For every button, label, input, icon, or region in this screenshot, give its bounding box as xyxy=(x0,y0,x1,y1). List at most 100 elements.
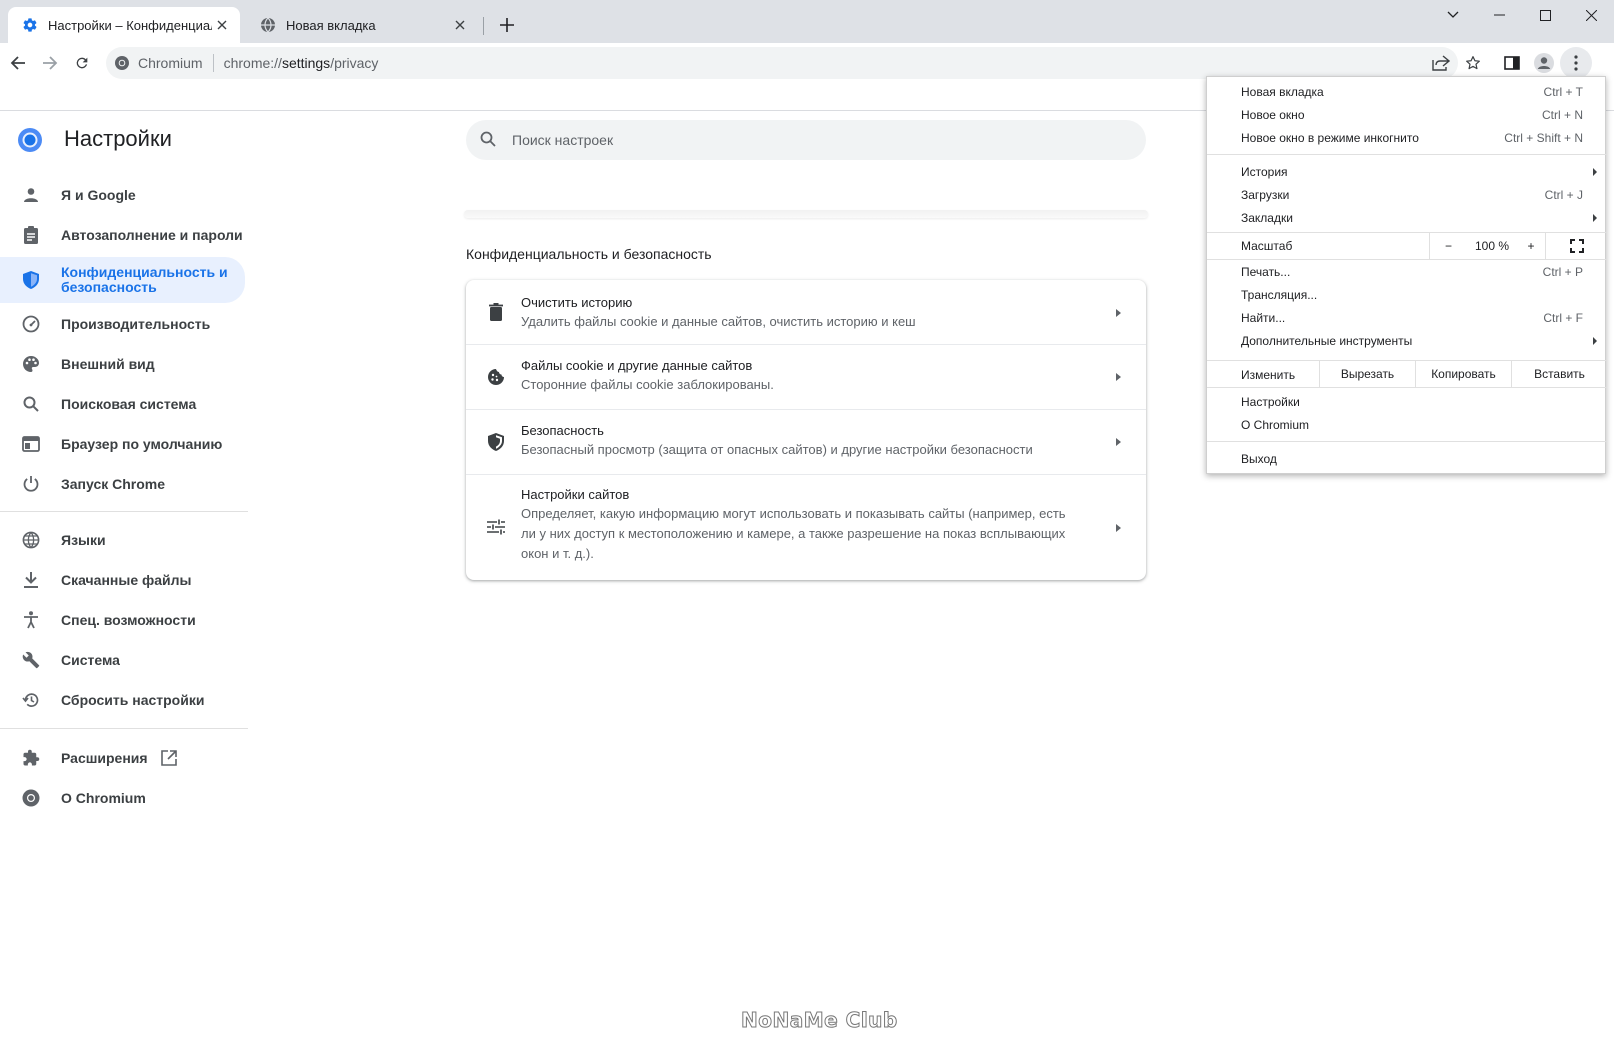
menu-label: Загрузки xyxy=(1241,188,1290,202)
nav-divider xyxy=(0,728,248,729)
arrow-right-icon xyxy=(1112,436,1124,448)
menu-label: Новое окно в режиме инкогнито xyxy=(1241,131,1419,145)
url-host: settings xyxy=(281,55,331,71)
row-title: Очистить историю xyxy=(521,295,633,310)
menu-item-new-tab[interactable]: Новая вкладка Ctrl + T xyxy=(1207,81,1607,103)
menu-item-print[interactable]: Печать... Ctrl + P xyxy=(1207,261,1607,283)
row-description: Сторонние файлы cookie заблокированы. xyxy=(521,377,774,392)
nav-item-on-startup[interactable]: Запуск Chrome xyxy=(0,464,245,504)
menu-shortcut: Ctrl + J xyxy=(1544,188,1583,202)
nav-item-languages[interactable]: Языки xyxy=(0,520,245,560)
tab-settings[interactable]: Настройки – Конфиденциально xyxy=(8,7,240,43)
reload-button[interactable] xyxy=(66,47,98,79)
address-bar[interactable]: Chromium chrome://settings/privacy xyxy=(106,47,1458,79)
paste-button[interactable]: Вставить xyxy=(1511,361,1607,387)
row-cookies[interactable]: Файлы cookie и другие данные сайтов Стор… xyxy=(466,345,1146,409)
menu-label: Найти... xyxy=(1241,311,1286,325)
nav-label: Внешний вид xyxy=(61,355,155,372)
row-clear-browsing-data[interactable]: Очистить историю Удалить файлы cookie и … xyxy=(466,280,1146,344)
restore-icon xyxy=(21,690,41,710)
nav-item-reset[interactable]: Сбросить настройки xyxy=(0,680,245,720)
nav-item-performance[interactable]: Производительность xyxy=(0,304,245,344)
cut-button[interactable]: Вырезать xyxy=(1319,361,1415,387)
nav-item-autofill[interactable]: Автозаполнение и пароли xyxy=(0,215,245,255)
forward-button[interactable] xyxy=(34,47,66,79)
globe-icon xyxy=(260,17,276,33)
shield-icon xyxy=(21,270,41,290)
menu-label: Трансляция... xyxy=(1241,288,1318,302)
menu-item-new-window[interactable]: Новое окно Ctrl + N xyxy=(1207,104,1607,126)
safety-check-placeholder xyxy=(464,210,1148,218)
bookmark-star-icon[interactable] xyxy=(1457,47,1489,79)
nav-item-about[interactable]: О Chromium xyxy=(0,778,245,818)
nav-item-downloads[interactable]: Скачанные файлы xyxy=(0,560,245,600)
palette-icon xyxy=(21,354,41,374)
share-icon[interactable] xyxy=(1425,47,1457,79)
menu-label: О Chromium xyxy=(1241,418,1310,432)
new-tab-button[interactable] xyxy=(496,14,518,36)
nav-item-default-browser[interactable]: Браузер по умолчанию xyxy=(0,424,245,464)
menu-label: Дополнительные инструменты xyxy=(1241,334,1413,348)
app-menu: Новая вкладка Ctrl + T Новое окно Ctrl +… xyxy=(1206,76,1607,474)
close-tab-icon[interactable] xyxy=(212,15,232,35)
arrow-right-icon xyxy=(1112,522,1124,534)
close-window-button[interactable] xyxy=(1568,0,1614,30)
profile-avatar-icon[interactable] xyxy=(1528,47,1560,79)
back-button[interactable] xyxy=(2,47,34,79)
url-path: /privacy xyxy=(330,55,379,71)
menu-label: Выход xyxy=(1241,452,1277,466)
nav-label: Скачанные файлы xyxy=(61,571,192,588)
zoom-out-button[interactable]: − xyxy=(1429,233,1467,259)
nav-label: Автозаполнение и пароли xyxy=(61,226,243,243)
arrow-right-icon xyxy=(1112,307,1124,319)
close-tab-icon[interactable] xyxy=(450,15,470,35)
nav-item-accessibility[interactable]: Спец. возможности xyxy=(0,600,245,640)
menu-item-exit[interactable]: Выход xyxy=(1207,448,1607,470)
person-icon xyxy=(21,185,41,205)
zoom-value-label: 100 % xyxy=(1474,239,1510,253)
maximize-button[interactable] xyxy=(1522,0,1568,30)
menu-divider xyxy=(1207,259,1607,260)
row-security[interactable]: Безопасность Безопасный просмотр (защита… xyxy=(466,410,1146,474)
cookie-icon xyxy=(486,367,506,387)
search-placeholder: Поиск настроек xyxy=(512,132,614,148)
submenu-arrow-icon xyxy=(1591,214,1599,222)
menu-item-find[interactable]: Найти... Ctrl + F xyxy=(1207,307,1607,329)
app-menu-button[interactable] xyxy=(1560,47,1592,79)
menu-shortcut: Ctrl + Shift + N xyxy=(1504,131,1583,145)
copy-label: Копировать xyxy=(1431,367,1496,381)
fullscreen-icon[interactable] xyxy=(1545,233,1607,259)
nav-item-search-engine[interactable]: Поисковая система xyxy=(0,384,245,424)
menu-item-settings[interactable]: Настройки xyxy=(1207,391,1607,413)
nav-item-privacy[interactable]: Конфиденциальность и безопасность xyxy=(0,257,245,303)
menu-label: История xyxy=(1241,165,1288,179)
menu-item-cast[interactable]: Трансляция... xyxy=(1207,284,1607,306)
tab-new-tab[interactable]: Новая вкладка xyxy=(246,7,478,43)
minimize-button[interactable] xyxy=(1476,0,1522,30)
copy-button[interactable]: Копировать xyxy=(1415,361,1511,387)
nav-item-extensions[interactable]: Расширения xyxy=(0,738,245,778)
menu-label: Новая вкладка xyxy=(1241,85,1324,99)
chromium-site-icon[interactable] xyxy=(114,55,130,71)
nav-item-system[interactable]: Система xyxy=(0,640,245,680)
zoom-in-button[interactable]: + xyxy=(1517,233,1545,259)
page-title: Настройки xyxy=(64,126,172,151)
paste-label: Вставить xyxy=(1534,367,1585,381)
nav-label: Производительность xyxy=(61,315,211,332)
row-site-settings[interactable]: Настройки сайтов Определяет, какую инфор… xyxy=(466,475,1146,580)
nav-label: Конфиденциальность и безопасность xyxy=(61,264,228,295)
omnibox-separator xyxy=(212,54,214,72)
menu-item-more-tools[interactable]: Дополнительные инструменты xyxy=(1207,330,1607,352)
omnibox-chip: Chromium xyxy=(138,55,203,71)
tab-search-icon[interactable] xyxy=(1430,0,1476,30)
menu-item-downloads[interactable]: Загрузки Ctrl + J xyxy=(1207,184,1607,206)
menu-item-about[interactable]: О Chromium xyxy=(1207,414,1607,436)
nav-item-appearance[interactable]: Внешний вид xyxy=(0,344,245,384)
menu-divider xyxy=(1207,441,1607,442)
nav-item-you-and-google[interactable]: Я и Google xyxy=(0,175,245,215)
settings-search-input[interactable]: Поиск настроек xyxy=(466,120,1146,160)
menu-item-bookmarks[interactable]: Закладки xyxy=(1207,207,1607,229)
menu-item-incognito[interactable]: Новое окно в режиме инкогнито Ctrl + Shi… xyxy=(1207,127,1607,149)
side-panel-icon[interactable] xyxy=(1496,47,1528,79)
menu-item-history[interactable]: История xyxy=(1207,161,1607,183)
